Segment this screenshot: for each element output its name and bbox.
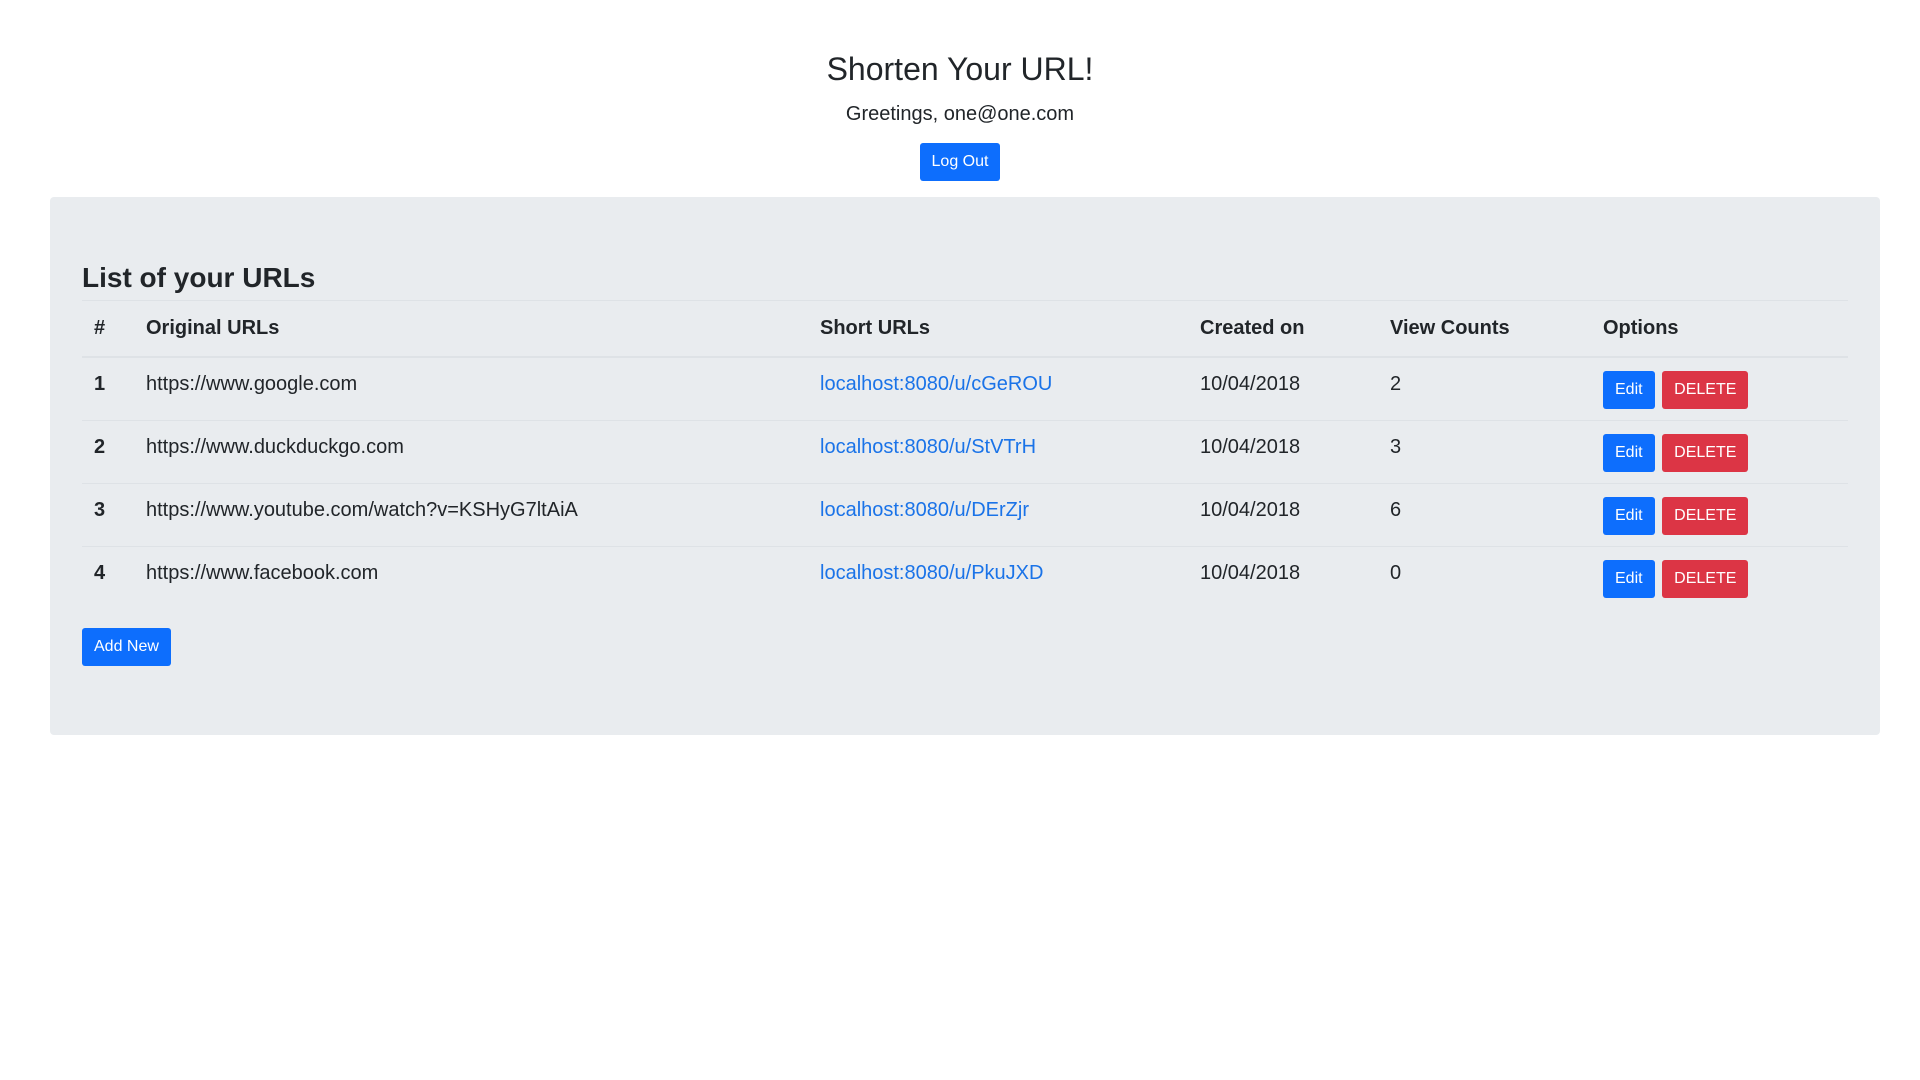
short-url-link[interactable]: localhost:8080/u/PkuJXD [820,562,1043,584]
row-options: Edit DELETE [1591,545,1848,609]
row-number: 3 [82,482,134,546]
delete-button[interactable]: DELETE [1662,433,1749,472]
row-options: Edit DELETE [1591,419,1848,483]
short-url-link[interactable]: localhost:8080/u/cGeROU [820,373,1052,395]
table-row: 2 https://www.duckduckgo.com localhost:8… [82,419,1848,483]
original-url: https://www.youtube.com/watch?v=KSHyG7lt… [134,482,808,546]
delete-button[interactable]: DELETE [1662,371,1749,409]
column-header-views: View Counts [1378,301,1591,358]
created-date: 10/04/2018 [1200,373,1301,395]
short-url-link[interactable]: localhost:8080/u/DErZjr [820,499,1029,521]
original-url: https://www.facebook.com [134,545,808,609]
delete-button[interactable]: DELETE [1662,496,1749,535]
table-row: 3 https://www.youtube.com/watch?v=KSHyG7… [82,482,1848,546]
logout-button[interactable]: Log Out [919,143,1001,181]
row-number: 2 [82,419,134,483]
edit-button[interactable]: Edit [1603,496,1655,535]
list-title: List of your URLs [82,260,1848,301]
urls-table: # Original URLs Short URLs Created on Vi… [82,301,1848,609]
edit-button[interactable]: Edit [1603,559,1655,598]
page-header: Shorten Your URL! Greetings, one@one.com… [0,0,1920,181]
column-header-original: Original URLs [134,301,808,358]
page-title: Shorten Your URL! [826,51,1094,87]
column-header-created: Created on [1188,301,1378,358]
row-number: 4 [82,545,134,609]
edit-button[interactable]: Edit [1603,433,1655,472]
greeting-text: Greetings, one@one.com [845,103,1075,125]
original-url: https://www.duckduckgo.com [134,419,808,483]
urls-panel: List of your URLs # Original URLs Short … [50,197,1880,735]
original-url: https://www.google.com [146,373,358,395]
view-count: 2 [1390,373,1402,395]
view-count: 3 [1378,419,1591,483]
delete-button[interactable]: DELETE [1662,559,1749,598]
created-date: 10/04/2018 [1188,482,1378,546]
column-header-short: Short URLs [808,301,1188,358]
view-count: 0 [1378,545,1591,609]
view-count: 6 [1378,482,1591,546]
table-row: 1 https://www.google.com localhost:8080/… [82,357,1848,420]
created-date: 10/04/2018 [1188,419,1378,483]
row-options: Edit DELETE [1591,357,1848,420]
column-header-num: # [82,301,134,358]
row-options: Edit DELETE [1591,482,1848,546]
add-new-button[interactable]: Add New [82,628,171,666]
table-row: 4 https://www.facebook.com localhost:808… [82,545,1848,609]
edit-button[interactable]: Edit [1603,371,1655,409]
row-number: 1 [94,373,106,395]
column-header-options: Options [1591,301,1848,358]
table-header-row: # Original URLs Short URLs Created on Vi… [82,301,1848,358]
short-url-link[interactable]: localhost:8080/u/StVTrH [820,436,1036,458]
created-date: 10/04/2018 [1188,545,1378,609]
